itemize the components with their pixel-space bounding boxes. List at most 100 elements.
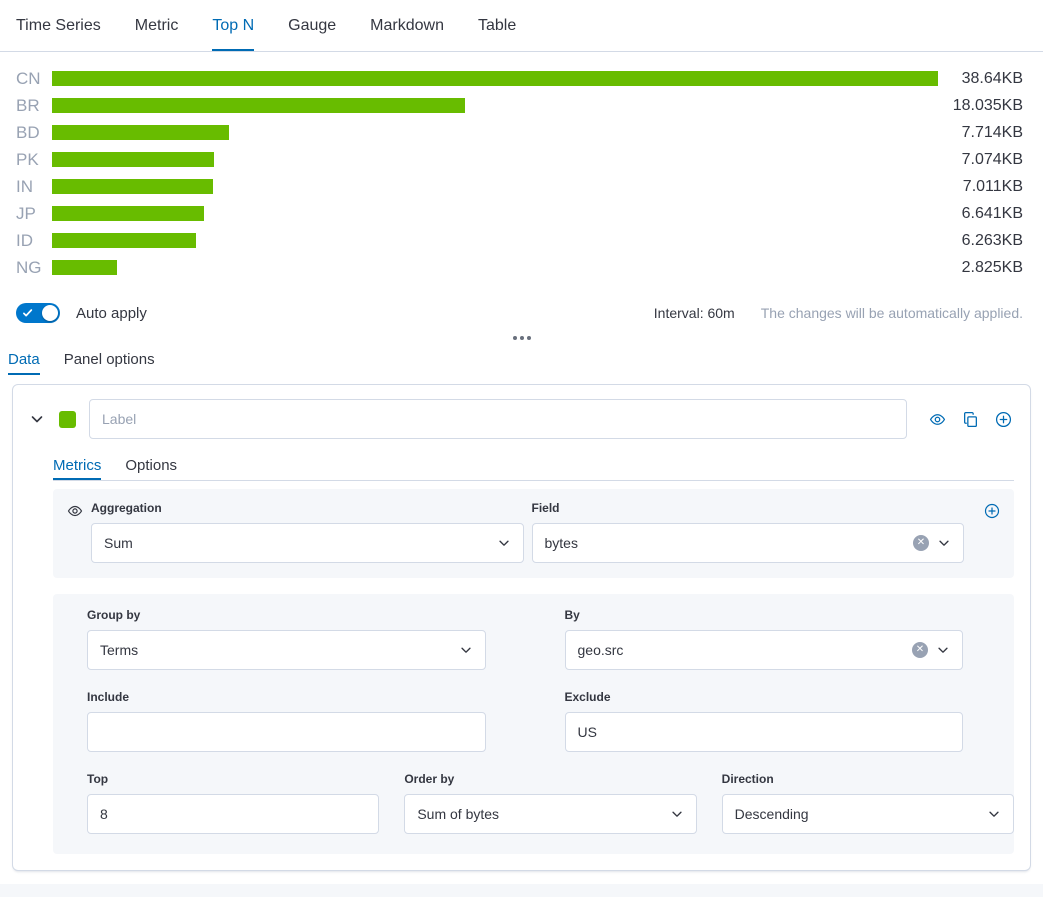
add-metric-icon[interactable] bbox=[984, 503, 1000, 519]
bar bbox=[52, 179, 213, 194]
chart-row: PK 7.074KB bbox=[16, 146, 1023, 173]
direction-label: Direction bbox=[722, 772, 1014, 786]
bar-track bbox=[52, 179, 938, 194]
bar-track bbox=[52, 125, 938, 140]
series-header bbox=[29, 399, 1014, 439]
bar-value: 6.263KB bbox=[938, 232, 1023, 250]
series-body: Metrics Options Aggregation Sum Field byt… bbox=[53, 451, 1014, 854]
apply-info: Interval: 60m The changes will be automa… bbox=[654, 305, 1023, 321]
auto-apply-toggle[interactable] bbox=[16, 303, 60, 323]
clear-icon[interactable]: ✕ bbox=[913, 535, 929, 551]
bar-value: 7.011KB bbox=[938, 178, 1023, 196]
include-input[interactable] bbox=[87, 712, 486, 752]
visualization-tabbar: Time Series Metric Top N Gauge Markdown Table bbox=[0, 0, 1043, 52]
direction-select[interactable]: Descending bbox=[722, 794, 1014, 834]
clear-icon[interactable]: ✕ bbox=[912, 642, 928, 658]
top-label: Top bbox=[87, 772, 379, 786]
toggle-thumb bbox=[42, 305, 58, 321]
auto-apply-row: Auto apply Interval: 60m The changes wil… bbox=[0, 299, 1043, 327]
top-field-group: Top bbox=[87, 772, 379, 834]
bar bbox=[52, 71, 938, 86]
by-field-select[interactable]: geo.src ✕ bbox=[565, 630, 964, 670]
include-exclude-row: Include Exclude bbox=[87, 690, 963, 752]
direction-field-group: Direction Descending bbox=[722, 772, 1014, 834]
aggregation-select[interactable]: Sum bbox=[91, 523, 524, 563]
tab-top-n[interactable]: Top N bbox=[212, 0, 254, 51]
bar-value: 7.074KB bbox=[938, 151, 1023, 169]
bar-value: 38.64KB bbox=[938, 70, 1023, 88]
bar-label: CN bbox=[16, 69, 52, 89]
handle-dot bbox=[513, 336, 517, 340]
field-field-group: Field bytes ✕ bbox=[532, 501, 965, 563]
chart-row: NG 2.825KB bbox=[16, 254, 1023, 281]
copy-icon[interactable] bbox=[962, 411, 979, 428]
bar-track bbox=[52, 260, 938, 275]
tab-time-series[interactable]: Time Series bbox=[16, 0, 101, 51]
tab-markdown[interactable]: Markdown bbox=[370, 0, 444, 51]
handle-dot bbox=[527, 336, 531, 340]
eye-icon[interactable] bbox=[929, 411, 946, 428]
tab-options[interactable]: Options bbox=[125, 451, 177, 480]
bar-label: PK bbox=[16, 150, 52, 170]
auto-apply-label: Auto apply bbox=[76, 305, 147, 322]
exclude-label: Exclude bbox=[565, 690, 964, 704]
by-field-group: By geo.src ✕ bbox=[565, 608, 964, 670]
group-by-label: Group by bbox=[87, 608, 486, 622]
auto-apply-hint: The changes will be automatically applie… bbox=[761, 305, 1023, 321]
check-icon bbox=[22, 307, 34, 319]
series-color-swatch[interactable] bbox=[59, 411, 76, 428]
bar-value: 6.641KB bbox=[938, 205, 1023, 223]
chevron-down-icon bbox=[459, 643, 473, 657]
chart-row: JP 6.641KB bbox=[16, 200, 1023, 227]
bar-value: 18.035KB bbox=[938, 97, 1023, 115]
chevron-down-icon bbox=[987, 807, 1001, 821]
bar bbox=[52, 260, 117, 275]
bar bbox=[52, 206, 204, 221]
group-by-select[interactable]: Terms bbox=[87, 630, 486, 670]
field-label: Field bbox=[532, 501, 965, 515]
bar-label: BR bbox=[16, 96, 52, 116]
metric-eye-icon[interactable] bbox=[67, 503, 83, 519]
chevron-down-icon bbox=[937, 536, 951, 550]
bar-value: 2.825KB bbox=[938, 259, 1023, 277]
aggregation-field-group: Aggregation Sum bbox=[91, 501, 524, 563]
top-input[interactable] bbox=[87, 794, 379, 834]
chart-row: CN 38.64KB bbox=[16, 65, 1023, 92]
bar-label: IN bbox=[16, 177, 52, 197]
bar-track bbox=[52, 233, 938, 248]
chart-row: IN 7.011KB bbox=[16, 173, 1023, 200]
field-select[interactable]: bytes ✕ bbox=[532, 523, 965, 563]
exclude-field-group: Exclude bbox=[565, 690, 964, 752]
topn-chart: CN 38.64KB BR 18.035KB BD 7.714KB PK 7.0… bbox=[0, 52, 1043, 291]
interval-label: Interval: 60m bbox=[654, 305, 735, 321]
order-by-label: Order by bbox=[404, 772, 696, 786]
bar-track bbox=[52, 152, 938, 167]
tab-metrics[interactable]: Metrics bbox=[53, 451, 101, 480]
chevron-down-icon bbox=[670, 807, 684, 821]
tab-table[interactable]: Table bbox=[478, 0, 516, 51]
tsvb-editor: Time Series Metric Top N Gauge Markdown Table… bbox=[0, 0, 1043, 897]
bar bbox=[52, 98, 465, 113]
bar bbox=[52, 125, 229, 140]
chart-row: BR 18.035KB bbox=[16, 92, 1023, 119]
add-series-icon[interactable] bbox=[995, 411, 1012, 428]
group-by-field-group: Group by Terms bbox=[87, 608, 486, 670]
include-field-group: Include bbox=[87, 690, 486, 752]
exclude-input[interactable] bbox=[565, 712, 964, 752]
tab-gauge[interactable]: Gauge bbox=[288, 0, 336, 51]
tab-panel-options[interactable]: Panel options bbox=[64, 343, 155, 375]
resize-handle[interactable] bbox=[0, 336, 1043, 340]
bar-label: BD bbox=[16, 123, 52, 143]
order-by-select[interactable]: Sum of bytes bbox=[404, 794, 696, 834]
chart-row: ID 6.263KB bbox=[16, 227, 1023, 254]
tab-metric[interactable]: Metric bbox=[135, 0, 179, 51]
series-label-input[interactable] bbox=[89, 399, 907, 439]
series-actions bbox=[929, 411, 1012, 428]
collapse-chevron-icon[interactable] bbox=[29, 411, 45, 427]
handle-dot bbox=[520, 336, 524, 340]
chevron-down-icon bbox=[936, 643, 950, 657]
bar-label: JP bbox=[16, 204, 52, 224]
bar bbox=[52, 152, 214, 167]
tab-data[interactable]: Data bbox=[8, 343, 40, 375]
top-order-direction-row: Top Order by Sum of bytes Direction D bbox=[87, 772, 1014, 834]
